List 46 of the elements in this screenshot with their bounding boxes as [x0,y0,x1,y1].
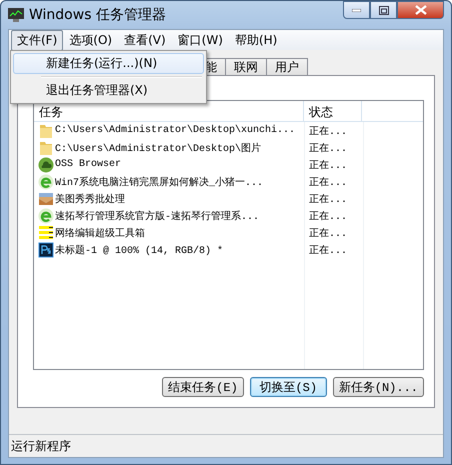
tab[interactable]: 联网 [225,58,267,75]
task-status: 正在... [308,244,348,256]
image-icon [38,190,54,206]
menu-item[interactable]: 查看(V) [118,30,172,50]
close-icon [414,5,426,15]
maximize-button[interactable] [370,1,397,19]
task-name[interactable]: 速拓琴行管理系统官方版-速拓琴行管理系... [55,208,260,222]
task-name[interactable]: C:\Users\Administrator\Desktop\xunchi... [55,125,296,136]
app-icon [8,8,24,22]
minimize-icon [352,8,361,12]
menu-item[interactable]: 窗口(W) [172,30,229,50]
task-name[interactable]: C:\Users\Administrator\Desktop\图片 [55,140,262,154]
window-title: Windows 任务管理器 [29,6,166,24]
task-status: 正在... [308,125,348,138]
menu-item[interactable]: 帮助(H) [228,30,284,50]
folder-icon [38,122,54,138]
browser-icon [38,174,54,190]
task-status: 正在... [308,210,348,222]
task-name[interactable]: 未标题-1 @ 100% (14, RGB/8) * [55,242,224,256]
task-name[interactable]: OSS Browser [55,159,122,170]
task-status: 正在... [308,159,348,172]
close-button[interactable] [397,1,444,19]
action-button[interactable]: 新任务(N)... [332,377,424,397]
folder-icon [38,140,54,156]
menu-item[interactable]: 选项(O) [63,30,118,50]
task-name[interactable]: 网络编辑超级工具箱 [55,226,145,240]
cloud-icon [38,156,54,172]
tab[interactable]: 用户 [266,58,308,75]
task-name[interactable]: 美图秀秀批处理 [55,192,125,206]
menu-option[interactable]: 退出任务管理器(X) [13,80,204,101]
task-status: 正在... [308,176,348,188]
menu-item[interactable]: 文件(F) [11,30,64,50]
task-status: 正在... [308,142,348,154]
action-button[interactable]: 切换至(S) [250,377,327,397]
list-icon [38,224,54,240]
task-status: 正在... [308,227,348,240]
browser-icon [38,208,54,224]
task-status: 正在... [308,193,348,206]
status-bar: 运行新程序 [9,434,443,457]
photoshop-icon [38,242,54,258]
minimize-button[interactable] [343,1,370,19]
action-button[interactable]: 结束任务(E) [162,377,244,397]
column-header[interactable]: 状态 [304,101,362,121]
task-name[interactable]: Win7系统电脑注销完黑屏如何解决_小猪一... [55,174,264,188]
menu-option[interactable]: 新建任务(运行...)(N) [13,53,204,74]
maximize-icon [378,6,388,14]
